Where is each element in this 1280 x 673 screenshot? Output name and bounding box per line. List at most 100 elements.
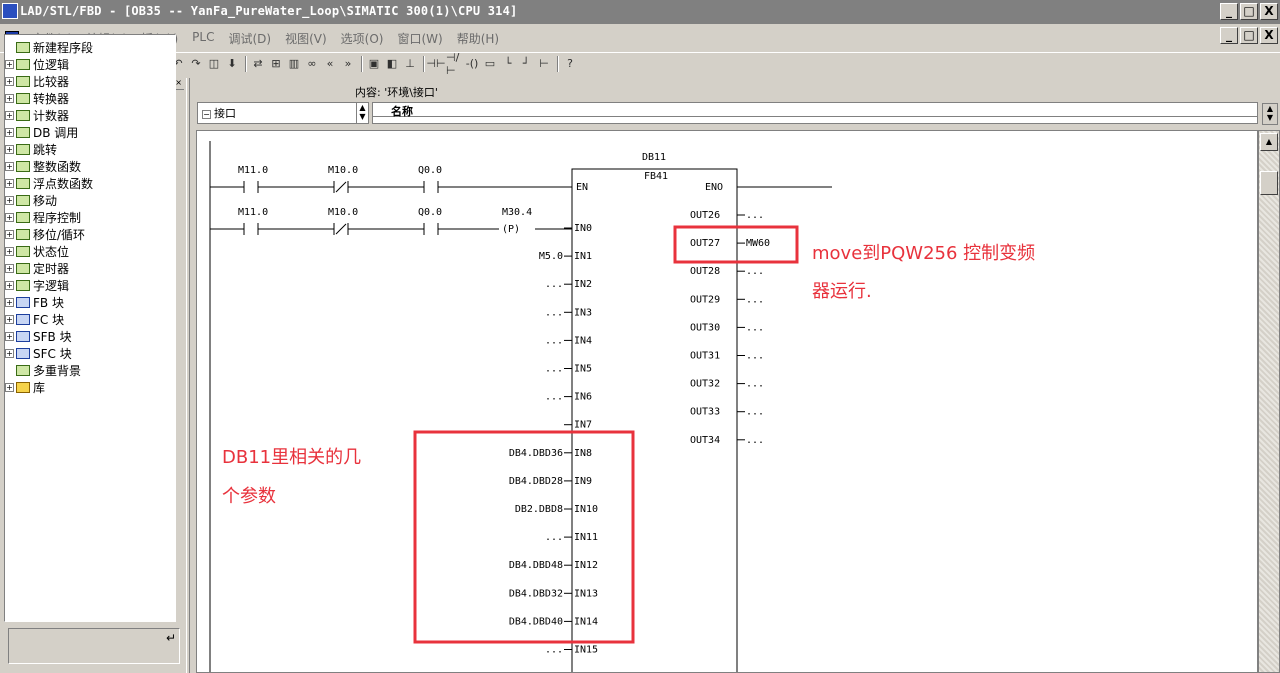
next-icon[interactable]: » bbox=[340, 56, 356, 72]
expand-icon[interactable]: + bbox=[5, 179, 14, 188]
expand-icon[interactable]: + bbox=[5, 162, 14, 171]
tree-item[interactable]: + SFC 块 bbox=[5, 345, 175, 362]
overview-icon[interactable]: ⊞ bbox=[268, 56, 284, 72]
collapse-icon[interactable]: − bbox=[202, 110, 211, 119]
glasses-icon[interactable]: ∞ bbox=[304, 56, 320, 72]
split-icon[interactable]: ◧ bbox=[384, 56, 400, 72]
close-button[interactable]: X bbox=[1260, 3, 1278, 20]
menu-item-7[interactable]: 窗口(W) bbox=[397, 30, 442, 47]
tree-item[interactable]: + FB 块 bbox=[5, 294, 175, 311]
expand-icon[interactable]: + bbox=[5, 315, 14, 324]
help-icon[interactable]: ? bbox=[562, 56, 578, 72]
tree-item[interactable]: + 计数器 bbox=[5, 107, 175, 124]
no-contact-icon[interactable]: ⊣⊢ bbox=[426, 56, 445, 72]
redo-icon[interactable]: ↷ bbox=[188, 56, 204, 72]
compare-icon[interactable]: ⇄ bbox=[250, 56, 266, 72]
input-pin: IN15 bbox=[574, 645, 598, 656]
doc-close-button[interactable]: X bbox=[1260, 27, 1278, 44]
catalog-tree[interactable]: 新建程序段 + 位逻辑 + 比较器 + 转换器 + 计数器 + DB 调用 + 跳转 + 整数函数 + 浮点数函… bbox=[4, 34, 176, 622]
resize-icon[interactable]: ↵ bbox=[166, 631, 176, 645]
interface-scroll[interactable]: ▲ ▼ bbox=[356, 103, 368, 123]
tree-item[interactable]: + 库 bbox=[5, 379, 175, 396]
window-icon[interactable]: ▣ bbox=[366, 56, 382, 72]
menu-item-5[interactable]: 视图(V) bbox=[285, 30, 327, 47]
expand-icon[interactable]: + bbox=[5, 230, 14, 239]
ladder-editor[interactable]: M11.0 M10.0 Q0.0 M11.0 M10.0 Q0.0 M30.4 (P) DB11… bbox=[196, 130, 1258, 673]
tree-item[interactable]: 新建程序段 bbox=[5, 39, 175, 56]
contact-address: M11.0 bbox=[238, 207, 268, 218]
expand-icon[interactable]: + bbox=[5, 332, 14, 341]
tree-item[interactable]: + 整数函数 bbox=[5, 158, 175, 175]
tree-item[interactable]: + 浮点数函数 bbox=[5, 175, 175, 192]
prev-icon[interactable]: « bbox=[322, 56, 338, 72]
connection-icon[interactable]: ⊢ bbox=[536, 56, 552, 72]
tree-item[interactable]: + 移位/循环 bbox=[5, 226, 175, 243]
expand-icon[interactable]: + bbox=[5, 128, 14, 137]
doc-restore-button[interactable]: □ bbox=[1240, 27, 1258, 44]
expand-icon[interactable]: + bbox=[5, 111, 14, 120]
input-value: ... bbox=[545, 364, 563, 375]
box-icon[interactable]: ▭ bbox=[482, 56, 498, 72]
tree-item[interactable]: + DB 调用 bbox=[5, 124, 175, 141]
menu-bar: 文件(F)编辑(E)插入(I)PLC调试(D)视图(V)选项(O)窗口(W)帮助… bbox=[0, 26, 1280, 50]
tree-item[interactable]: 多重背景 bbox=[5, 362, 175, 379]
input-pin: IN0 bbox=[574, 223, 592, 234]
minimize-button[interactable]: _ bbox=[1220, 3, 1238, 20]
coil-icon[interactable]: -() bbox=[464, 56, 480, 72]
contact-gap bbox=[244, 223, 258, 235]
input-value: DB4.DBD28 bbox=[509, 476, 563, 487]
interface-tree[interactable]: − 接口 ▲ ▼ bbox=[197, 102, 369, 124]
catalog-icon[interactable]: ▥ bbox=[286, 56, 302, 72]
tree-item-label: 移动 bbox=[33, 194, 58, 208]
menu-item-6[interactable]: 选项(O) bbox=[341, 30, 384, 47]
editor-vscroll[interactable]: ▲ bbox=[1258, 130, 1280, 673]
variable-table[interactable]: 名称 bbox=[372, 102, 1258, 124]
expand-icon[interactable]: + bbox=[5, 213, 14, 222]
branch-icon[interactable]: ⊥ bbox=[402, 56, 418, 72]
expand-icon[interactable]: + bbox=[5, 60, 14, 69]
expand-icon[interactable]: + bbox=[5, 94, 14, 103]
tree-item[interactable]: + 程序控制 bbox=[5, 209, 175, 226]
doc-minimize-button[interactable]: _ bbox=[1220, 27, 1238, 44]
expand-icon[interactable]: + bbox=[5, 298, 14, 307]
tree-item-label: SFB 块 bbox=[33, 330, 72, 344]
expand-icon[interactable]: + bbox=[5, 247, 14, 256]
tree-item-label: FC 块 bbox=[33, 313, 65, 327]
expand-icon[interactable]: + bbox=[5, 77, 14, 86]
tree-item-label: DB 调用 bbox=[33, 126, 79, 140]
tree-item[interactable]: + 定时器 bbox=[5, 260, 175, 277]
expand-icon[interactable]: + bbox=[5, 349, 14, 358]
menu-item-3[interactable]: PLC bbox=[192, 30, 214, 47]
monitor-icon[interactable]: ◫ bbox=[206, 56, 222, 72]
tree-item[interactable]: + 字逻辑 bbox=[5, 277, 175, 294]
tree-item[interactable]: + 跳转 bbox=[5, 141, 175, 158]
scroll-up-button[interactable]: ▲ bbox=[1260, 133, 1278, 151]
nc-contact-icon[interactable]: ⊣/⊢ bbox=[446, 51, 462, 77]
input-value: M5.0 bbox=[539, 251, 563, 262]
tree-item-label: 计数器 bbox=[33, 109, 70, 123]
expand-icon[interactable]: + bbox=[5, 383, 14, 392]
menu-item-8[interactable]: 帮助(H) bbox=[457, 30, 499, 47]
restore-button[interactable]: □ bbox=[1240, 3, 1258, 20]
tree-item[interactable]: + 状态位 bbox=[5, 243, 175, 260]
tree-item[interactable]: + 移动 bbox=[5, 192, 175, 209]
bit-logic-icon bbox=[16, 59, 30, 70]
close-branch-icon[interactable]: ┘ bbox=[518, 56, 534, 72]
expand-icon[interactable]: + bbox=[5, 196, 14, 205]
expand-icon[interactable]: + bbox=[5, 281, 14, 290]
edge-address: M30.4 bbox=[502, 207, 532, 218]
variable-scroll[interactable]: ▲ ▼ bbox=[1262, 103, 1278, 125]
app-icon bbox=[2, 3, 18, 19]
open-branch-icon[interactable]: └ bbox=[500, 56, 516, 72]
tree-item[interactable]: + 转换器 bbox=[5, 90, 175, 107]
pane-splitter[interactable] bbox=[186, 78, 190, 673]
expand-icon[interactable]: + bbox=[5, 145, 14, 154]
tree-item[interactable]: + 比较器 bbox=[5, 73, 175, 90]
download-icon[interactable]: ⬇ bbox=[224, 56, 240, 72]
expand-icon[interactable]: + bbox=[5, 264, 14, 273]
scroll-thumb[interactable] bbox=[1260, 171, 1278, 195]
tree-item[interactable]: + SFB 块 bbox=[5, 328, 175, 345]
tree-item[interactable]: + FC 块 bbox=[5, 311, 175, 328]
menu-item-4[interactable]: 调试(D) bbox=[228, 30, 271, 47]
tree-item[interactable]: + 位逻辑 bbox=[5, 56, 175, 73]
